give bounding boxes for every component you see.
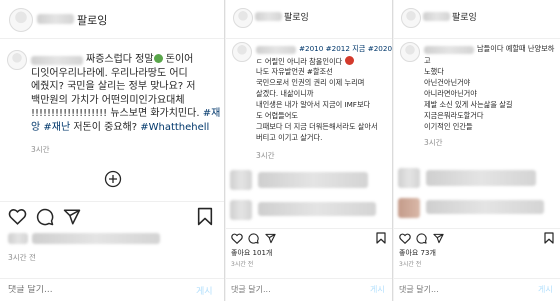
caption-timestamp: 3시간 <box>256 151 275 160</box>
post-comment-button[interactable]: 게시 <box>196 284 213 297</box>
heart-icon[interactable] <box>8 208 27 225</box>
caption-line: 국민으로서 인권의 권리 이제 누리며 <box>256 78 365 87</box>
bookmark-icon[interactable] <box>544 232 554 244</box>
post-comment-button[interactable]: 게시 <box>538 284 553 295</box>
comment-input[interactable] <box>399 285 509 294</box>
bookmark-icon[interactable] <box>197 207 213 226</box>
comment-icon[interactable] <box>248 233 259 244</box>
caption-line: 아닌건아닌거야 <box>424 78 471 87</box>
post-header: 팔로잉 <box>0 0 224 39</box>
divider <box>394 228 560 229</box>
caption-line: 살겠다. 내삶이니까 <box>256 89 314 98</box>
caption-line: 노했다 <box>424 67 444 76</box>
follow-status[interactable]: 팔로잉 <box>284 10 309 23</box>
caption-line: 아니라면아닌거야 <box>424 89 477 98</box>
hashtag-link[interactable]: #재 <box>203 108 221 119</box>
post-time: 3시간 전 <box>399 261 422 268</box>
comment-bar: 게시 <box>394 278 560 301</box>
comment-input[interactable] <box>8 285 168 295</box>
blurred-caption-username[interactable] <box>31 56 83 65</box>
caption-line: !!!!!!!!!!!!!!!!!!! 뉴스보면 화가치민다. #재 <box>31 108 221 119</box>
hashtag-link[interactable]: #Whatthehell <box>137 122 209 133</box>
comment-input[interactable] <box>231 285 341 294</box>
caption-line: ㄷ 어릴인 아니라 참올인이다 <box>256 56 354 67</box>
follow-status[interactable]: 팔로잉 <box>452 10 477 23</box>
blurred-comment-avatar[interactable] <box>230 170 252 190</box>
post-time: 3시간 전 <box>8 253 36 262</box>
share-icon[interactable] <box>63 208 81 226</box>
worried-face-emoji <box>153 54 163 63</box>
caption-line: 지금은뭐라도할거다 <box>424 111 484 120</box>
angry-face-emoji <box>344 56 354 65</box>
post-panel-2: 팔로잉 #2010 #2012 지금 #2020 ㄷ 어릴인 아니라 참올인이다… <box>226 0 393 301</box>
caption-avatar[interactable] <box>400 42 420 62</box>
post-panel-3: 팔로잉 남들이다 예할때 난양보하 고 노했다 아닌건아닌거야 아니라면아닌거야… <box>394 0 560 301</box>
caption-line: 나도 자유발언권 #할조선 <box>256 67 333 76</box>
avatar[interactable] <box>9 8 33 32</box>
caption-avatar[interactable] <box>7 50 27 70</box>
action-bar <box>0 206 224 228</box>
comment-icon[interactable] <box>36 208 54 226</box>
blurred-comment-avatar[interactable] <box>398 168 420 188</box>
hashtag-line[interactable]: #2010 #2012 지금 #2020 <box>299 44 392 54</box>
blurred-comment[interactable] <box>258 172 368 188</box>
caption-line: 그때보다 더 지금 더워든해서라도 살아서 <box>256 122 378 131</box>
divider <box>0 201 224 202</box>
comment-icon[interactable] <box>416 233 427 244</box>
divider <box>226 228 392 229</box>
caption-line: 도 어렵들어도 <box>256 111 298 120</box>
blurred-username[interactable] <box>37 14 74 24</box>
blurred-comment-avatar[interactable] <box>230 200 252 220</box>
post-time: 3시간 전 <box>231 261 254 268</box>
post-header: 팔로잉 <box>394 0 560 39</box>
blurred-comment[interactable] <box>426 200 544 214</box>
caption-line: 백만원의 가치가 어떤의미인가요대체 <box>31 95 185 106</box>
comment-bar: 게시 <box>226 278 392 301</box>
caption-timestamp: 3시간 <box>424 138 443 147</box>
caption-line: 이기적인 인간들 <box>424 122 473 131</box>
blurred-username[interactable] <box>423 12 450 21</box>
caption-line: 고 <box>424 56 431 65</box>
caption-line: 남들이다 예할때 난양보하 <box>477 44 555 53</box>
caption-line: 내인생은 내가 알아서 지금이 IMF보다 <box>256 100 371 109</box>
post-header: 팔로잉 <box>226 0 392 39</box>
blurred-username[interactable] <box>255 12 282 21</box>
avatar[interactable] <box>233 8 253 28</box>
share-icon[interactable] <box>265 233 276 244</box>
heart-icon[interactable] <box>399 233 411 244</box>
avatar[interactable] <box>401 8 421 28</box>
hashtag-link[interactable]: 앙 <box>31 122 40 133</box>
blurred-comment[interactable] <box>258 202 376 216</box>
caption-line: 에줬지? 국민을 살리는 정부 맞나요? 저 <box>31 81 196 92</box>
caption-line: 앙 #재난 저돈이 중요해? #Whatthehell <box>31 122 210 133</box>
comment-bar: 게시 <box>0 278 224 301</box>
caption-timestamp: 3시간 <box>31 145 50 154</box>
post-comment-button[interactable]: 게시 <box>370 284 385 295</box>
caption-line: 제발 소신 있게 사는삶을 살길 <box>424 100 513 109</box>
caption-avatar[interactable] <box>232 42 252 62</box>
liker-avatar-blurred[interactable] <box>8 233 28 244</box>
share-icon[interactable] <box>433 233 444 244</box>
bookmark-icon[interactable] <box>376 232 386 244</box>
likes-text-blurred[interactable] <box>32 233 160 244</box>
caption-line: 버티고 이기고 살거다. <box>256 133 323 142</box>
blurred-comment-avatar[interactable] <box>398 198 420 218</box>
follow-status[interactable]: 팔로잉 <box>77 12 107 28</box>
heart-icon[interactable] <box>231 233 243 244</box>
post-panel-1: 팔로잉 짜증스럽다 정말 돈이어 디잇어우리나라에. 우리나라땅도 어디 에줬지… <box>0 0 225 301</box>
blurred-caption-username[interactable] <box>424 46 474 54</box>
caption-line: 짜증스럽다 정말 돈이어 <box>86 54 194 65</box>
blurred-comment[interactable] <box>426 170 536 186</box>
blurred-caption-username[interactable] <box>256 46 296 54</box>
like-count[interactable]: 좋아요 101개 <box>231 248 272 258</box>
hashtag-link[interactable]: #재난 <box>40 122 70 133</box>
caption-line: 디잇어우리나라에. 우리나라땅도 어디 <box>31 68 188 79</box>
load-more-comments-icon[interactable] <box>104 170 122 188</box>
like-count[interactable]: 좋아요 73개 <box>399 248 436 258</box>
